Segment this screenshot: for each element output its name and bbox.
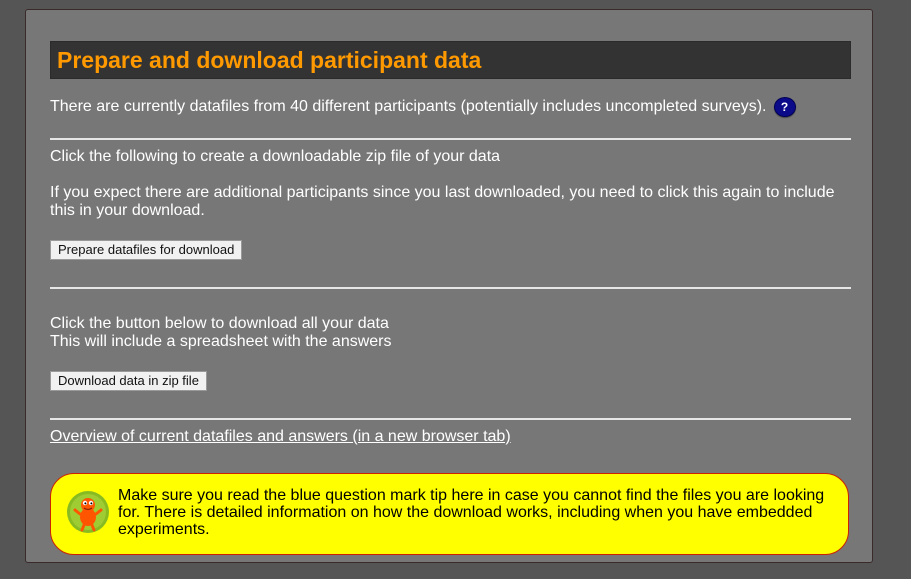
- overview-link-row: Overview of current datafiles and answer…: [50, 428, 851, 446]
- help-question-icon[interactable]: ?: [773, 97, 796, 117]
- prepare-note: If you expect there are additional parti…: [50, 184, 835, 219]
- section-divider: [50, 287, 851, 289]
- download-instructions-line2: This will include a spreadsheet with the…: [50, 333, 392, 350]
- orange-creature-icon: [67, 491, 109, 533]
- section-divider: [50, 138, 851, 140]
- tip-text: Make sure you read the blue question mar…: [118, 487, 825, 538]
- panel-content: Prepare and download participant data Th…: [50, 41, 851, 555]
- participant-count-line: There are currently datafiles from 40 di…: [50, 97, 851, 117]
- tip-box: Make sure you read the blue question mar…: [50, 473, 849, 555]
- download-panel: Prepare and download participant data Th…: [25, 9, 873, 563]
- download-button-row: Download data in zip file: [50, 371, 851, 391]
- title-bar: Prepare and download participant data: [50, 41, 851, 79]
- download-instructions-line1: Click the button below to download all y…: [50, 315, 389, 332]
- download-zip-button[interactable]: Download data in zip file: [50, 371, 207, 391]
- prepare-datafiles-button[interactable]: Prepare datafiles for download: [50, 240, 243, 260]
- overview-datafiles-link[interactable]: Overview of current datafiles and answer…: [50, 428, 511, 445]
- prepare-intro: Click the following to create a download…: [50, 148, 501, 165]
- prepare-button-row: Prepare datafiles for download: [50, 240, 851, 260]
- participant-count-text: There are currently datafiles from 40 di…: [50, 98, 767, 115]
- page-title: Prepare and download participant data: [57, 47, 482, 73]
- section-divider: [50, 418, 851, 420]
